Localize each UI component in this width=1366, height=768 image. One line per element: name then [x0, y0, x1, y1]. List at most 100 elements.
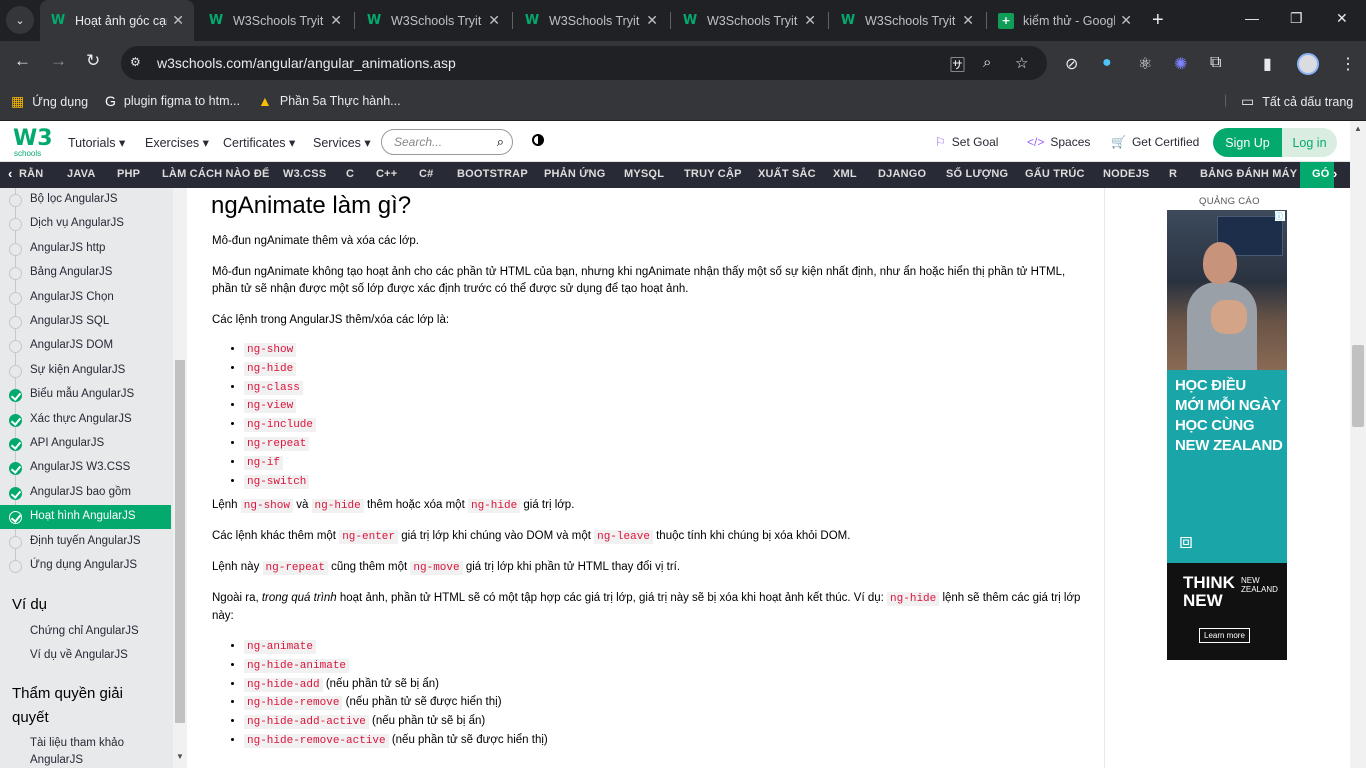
window-close-icon[interactable]: ✕ — [1336, 10, 1348, 27]
topic-link[interactable]: BOOTSTRAP — [457, 168, 528, 180]
extension-compass-icon[interactable]: ⊘ — [1065, 54, 1078, 74]
sidebar-link[interactable]: Chứng chỉ AngularJS — [30, 625, 139, 637]
topic-link[interactable]: C++ — [376, 168, 397, 180]
scroll-up-icon[interactable]: ▲ — [1354, 124, 1362, 133]
chevron-left-icon[interactable]: ‹ — [8, 166, 12, 181]
bookmark-star-icon[interactable]: ☆ — [1015, 54, 1028, 72]
translate-icon[interactable]: 🈂 — [950, 54, 965, 75]
topic-link[interactable]: GẤU TRÚC — [1025, 168, 1085, 180]
tab-4[interactable]: W W3Schools Tryit Editor ✕ — [672, 0, 826, 41]
ad-info-icon[interactable]: ⓘ — [1275, 211, 1285, 221]
extension-react-icon[interactable]: ⚛ — [1138, 54, 1152, 74]
reload-icon[interactable]: ↻ — [86, 51, 100, 71]
topic-link[interactable]: MYSQL — [624, 168, 664, 180]
topic-link[interactable]: PHP — [117, 168, 140, 180]
tab-0[interactable]: W Hoạt ảnh góc cạnh ✕ — [40, 0, 194, 41]
new-tab-icon[interactable]: + — [1152, 9, 1164, 32]
topic-link[interactable]: R — [1169, 168, 1177, 180]
sidebar-item[interactable]: AngularJS Chọn — [0, 286, 171, 310]
topic-link[interactable]: C — [346, 168, 354, 180]
topic-link[interactable]: XUẤT SẮC — [758, 168, 816, 180]
sidebar-item[interactable]: Định tuyến AngularJS — [0, 530, 171, 554]
menu-tutorials[interactable]: Tutorials ▾ — [68, 135, 125, 150]
topic-link[interactable]: NODEJS — [1103, 168, 1149, 180]
page-scrollbar[interactable] — [1350, 121, 1366, 768]
bookmark-apps[interactable]: ▦ Ứng dụng — [11, 93, 88, 110]
scroll-down-icon[interactable]: ▼ — [176, 752, 184, 761]
search-input[interactable]: Search... ⌕ — [381, 129, 513, 155]
spaces-link[interactable]: </> Spaces — [1027, 135, 1090, 149]
forward-icon[interactable]: → — [50, 51, 67, 71]
sidebar-scroll-thumb[interactable] — [175, 360, 185, 723]
dark-mode-toggle-icon[interactable] — [532, 134, 544, 146]
sidebar-item[interactable]: Bảng AngularJS — [0, 261, 171, 285]
zoom-icon[interactable]: ⌕ — [983, 54, 991, 71]
sidebar-item[interactable]: Biểu mẫu AngularJS — [0, 383, 171, 407]
menu-certificates[interactable]: Certificates ▾ — [223, 135, 295, 150]
topic-link[interactable]: TRUY CẬP — [684, 168, 742, 180]
sidebar-link[interactable]: AngularJS — [30, 754, 83, 766]
search-icon[interactable]: ⌕ — [497, 134, 504, 150]
topic-link[interactable]: C# — [419, 168, 433, 180]
all-bookmarks[interactable]: ▭ Tất cả dấu trang — [1241, 93, 1353, 110]
sidebar-item[interactable]: Sự kiện AngularJS — [0, 359, 171, 383]
topic-link[interactable]: DJANGO — [878, 168, 926, 180]
back-icon[interactable]: ← — [14, 51, 31, 71]
topic-link[interactable]: W3.CSS — [283, 168, 326, 180]
topic-link[interactable]: SỐ LƯỢNG — [946, 168, 1008, 180]
sidebar-item[interactable]: Bộ lọc AngularJS — [0, 188, 171, 212]
topic-link[interactable]: JAVA — [67, 168, 96, 180]
sidebar-item[interactable]: Dịch vụ AngularJS — [0, 212, 171, 236]
tab-2[interactable]: W W3Schools Tryit Editor ✕ — [356, 0, 510, 41]
tab-5[interactable]: W W3Schools Tryit Editor ✕ — [830, 0, 984, 41]
sidebar-item[interactable]: AngularJS bao gồm — [0, 481, 171, 505]
profile-avatar[interactable] — [1297, 53, 1319, 75]
close-icon[interactable]: ✕ — [804, 12, 816, 29]
topic-link[interactable]: GÓ — [1312, 168, 1330, 180]
extension-gear-icon[interactable]: ✺ — [1174, 54, 1187, 74]
tab-1[interactable]: W W3Schools Tryit Editor ✕ — [198, 0, 352, 41]
sidebar-item[interactable]: AngularJS http — [0, 237, 171, 261]
sidebar-item[interactable]: Xác thực AngularJS — [0, 408, 171, 432]
bookmark-item-2[interactable]: ▲ Phần 5a Thực hành... — [258, 93, 401, 109]
set-goal-link[interactable]: ⚐ Set Goal — [935, 135, 998, 149]
chevron-right-icon[interactable]: › — [1333, 166, 1337, 181]
sign-up-button[interactable]: Sign Up — [1213, 128, 1282, 157]
address-bar[interactable]: ⚙ w3schools.com/angular/angular_animatio… — [121, 46, 1047, 80]
sidebar-item[interactable]: Hoạt hình AngularJS — [0, 505, 171, 530]
advertisement[interactable]: ⓘ HỌC ĐIỀU MỚI MỖI NGÀY HỌC CÙNG NEW ZEA… — [1167, 210, 1287, 660]
topic-link[interactable]: PHẢN ỨNG — [544, 168, 605, 180]
sidebar-item[interactable]: Ứng dụng AngularJS — [0, 554, 171, 578]
menu-services[interactable]: Services ▾ — [313, 135, 371, 150]
w3schools-logo[interactable]: W3 schools — [12, 126, 53, 158]
restore-icon[interactable]: ❐ — [1290, 10, 1303, 27]
side-panel-icon[interactable]: ▮ — [1263, 54, 1272, 74]
sidebar-item[interactable]: AngularJS SQL — [0, 310, 171, 334]
extension-bulb-icon[interactable]: ● — [1102, 54, 1112, 72]
get-certified-link[interactable]: 🛒 Get Certified — [1111, 135, 1199, 149]
tab-3[interactable]: W W3Schools Tryit Editor ✕ — [514, 0, 668, 41]
topic-link[interactable]: LÀM CÁCH NÀO ĐỂ — [162, 168, 270, 180]
extensions-puzzle-icon[interactable]: ⧉ — [1210, 54, 1221, 72]
sidebar-item[interactable]: API AngularJS — [0, 432, 171, 456]
learn-more-button[interactable]: Learn more — [1199, 628, 1250, 643]
tab-6[interactable]: + kiểm thử - Google Sheets ✕ — [988, 0, 1142, 41]
close-icon[interactable]: ✕ — [646, 12, 658, 29]
bookmark-item-1[interactable]: G plugin figma to htm... — [105, 93, 240, 109]
close-icon[interactable]: ✕ — [330, 12, 342, 29]
menu-exercises[interactable]: Exercises ▾ — [145, 135, 209, 150]
tab-search-button[interactable]: ⌄ — [6, 6, 34, 34]
sidebar-link[interactable]: Tài liệu tham khảo — [30, 737, 124, 749]
close-icon[interactable]: ✕ — [172, 12, 184, 29]
sidebar-item[interactable]: AngularJS DOM — [0, 334, 171, 358]
log-in-button[interactable]: Log in — [1282, 128, 1337, 157]
topic-link[interactable]: BẢNG ĐÁNH MÁY — [1200, 168, 1297, 180]
url-text[interactable]: w3schools.com/angular/angular_animations… — [157, 55, 456, 71]
browser-menu-icon[interactable]: ⋮ — [1340, 54, 1356, 74]
close-icon[interactable]: ✕ — [1120, 12, 1132, 29]
topic-link[interactable]: XML — [833, 168, 857, 180]
site-info-icon[interactable]: ⚙ — [130, 55, 146, 71]
close-icon[interactable]: ✕ — [488, 12, 500, 29]
page-scroll-thumb[interactable] — [1352, 345, 1364, 427]
topic-link[interactable]: RẰN — [19, 168, 43, 180]
